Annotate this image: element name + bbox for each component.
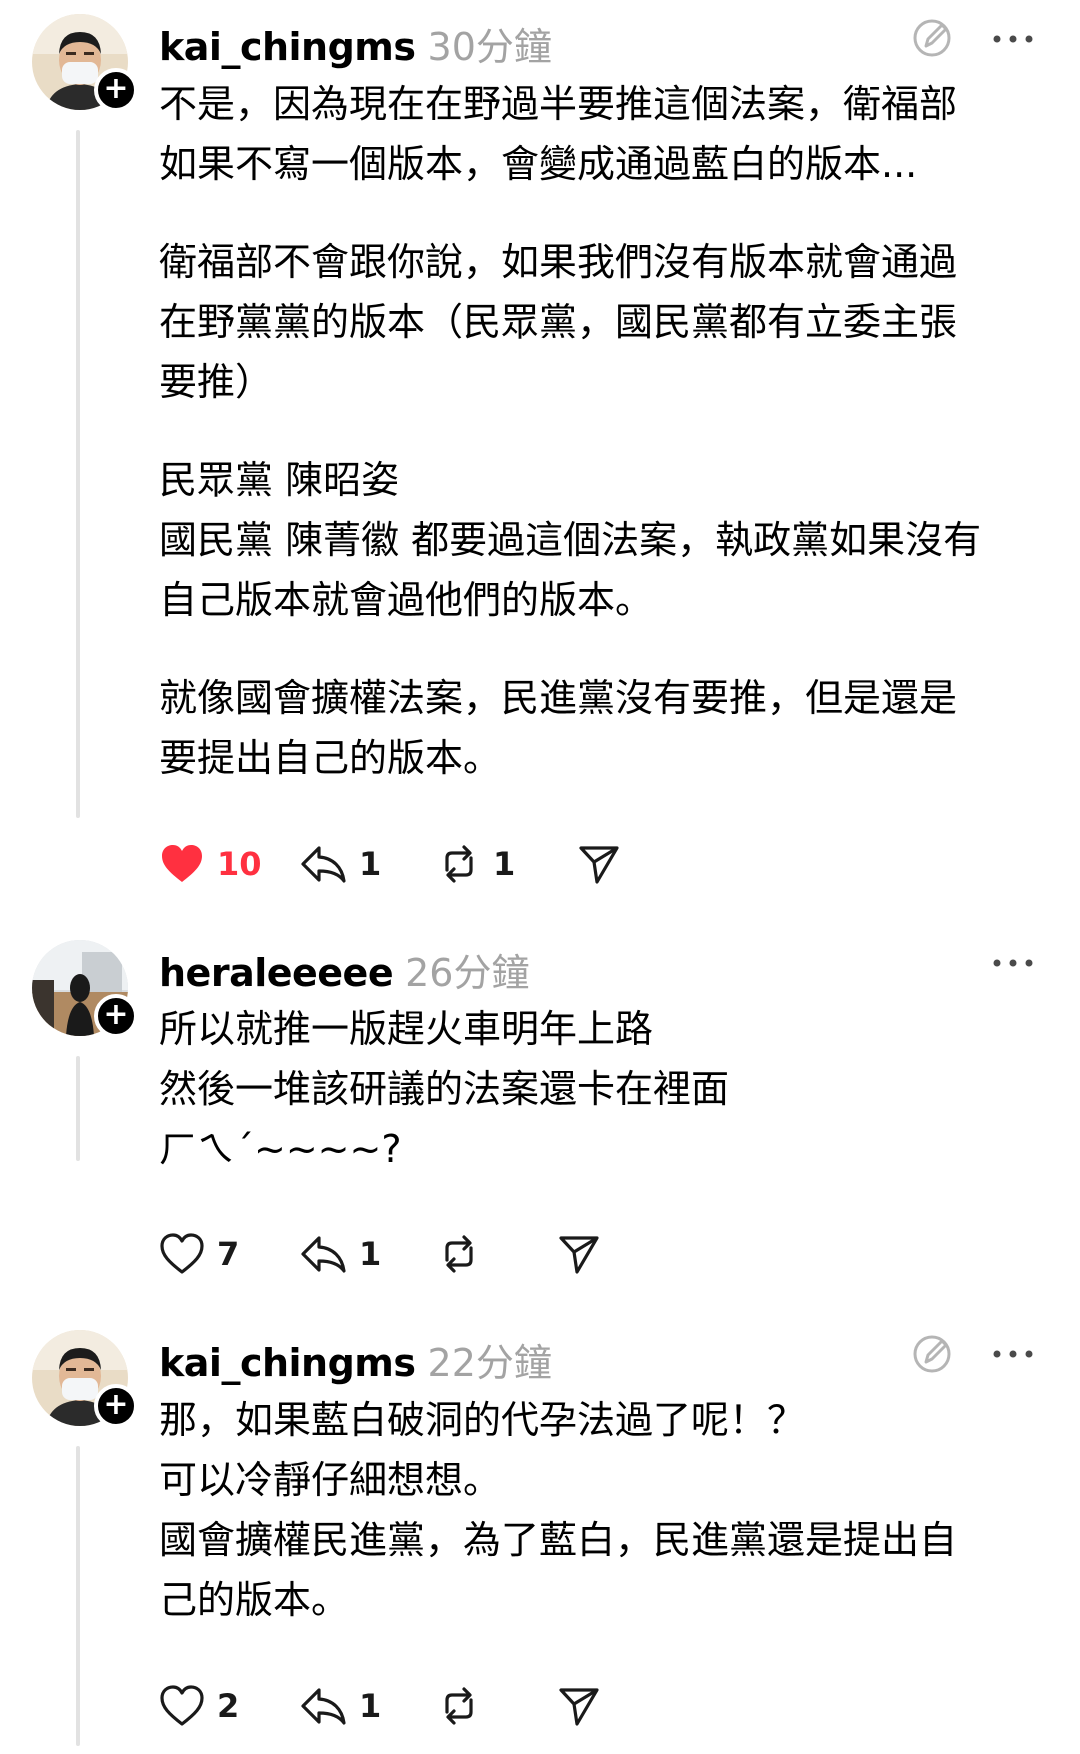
username[interactable]: kai_chingms	[159, 1341, 416, 1385]
like-count: 10	[217, 845, 262, 883]
repost-icon	[445, 845, 473, 883]
share-button[interactable]	[557, 1230, 601, 1278]
text-line: 如果不寫一個版本，會變成通過藍白的版本...	[159, 142, 918, 186]
text-line: 自己版本就會過他們的版本。	[159, 578, 654, 622]
more-icon[interactable]	[990, 31, 1036, 47]
text-line: 可以冷靜仔細想想。	[159, 1458, 502, 1502]
more-icon[interactable]	[990, 1346, 1036, 1362]
reply-button[interactable]: 1	[299, 1682, 381, 1730]
like-button[interactable]: 2	[159, 1682, 239, 1730]
paragraph: 那，如果藍白破洞的代孕法過了呢！？ 可以冷靜仔細想想。 國會擴權民進黨，為了藍白…	[159, 1390, 1059, 1630]
text-line: 國會擴權民進黨，為了藍白，民進黨還是提出自	[159, 1518, 958, 1562]
timestamp: 30分鐘	[427, 25, 552, 69]
paragraph: 就像國會擴權法案，民進黨沒有要推，但是還是 要提出自己的版本。	[159, 668, 1059, 788]
text-line: 民眾黨 陳昭姿	[159, 458, 400, 502]
reply-icon	[301, 1688, 346, 1725]
heart-icon	[162, 845, 202, 882]
text-line: 那，如果藍白破洞的代孕法過了呢！？	[159, 1398, 806, 1442]
thread-line	[76, 1446, 80, 1746]
share-button[interactable]	[577, 840, 621, 888]
post-header: kai_chingms 22分鐘	[159, 1332, 552, 1385]
thread-line	[76, 130, 80, 818]
reply-count: 1	[359, 1687, 382, 1725]
post-header: kai_chingms 30分鐘	[159, 16, 552, 69]
username[interactable]: heraleeeee	[159, 951, 394, 995]
edit-icon[interactable]	[910, 16, 954, 60]
repost-button[interactable]	[437, 1682, 481, 1730]
heart-icon	[160, 1685, 204, 1726]
paragraph: 民眾黨 陳昭姿 國民黨 陳菁徽 都要過這個法案，執政黨如果沒有 自己版本就會過他…	[159, 450, 1059, 630]
share-button[interactable]	[557, 1682, 601, 1730]
follow-plus-icon[interactable]: +	[94, 994, 138, 1038]
text-line: 要提出自己的版本。	[159, 736, 502, 780]
like-count: 7	[217, 1235, 240, 1273]
timestamp: 26分鐘	[405, 951, 530, 995]
paragraph: 不是，因為現在在野過半要推這個法案，衛福部 如果不寫一個版本，會變成通過藍白的版…	[159, 74, 1059, 194]
text-line: 己的版本。	[159, 1578, 350, 1622]
text-line: 不是，因為現在在野過半要推這個法案，衛福部	[159, 82, 958, 126]
text-line: ㄏㄟˊ~~~~?	[159, 1127, 402, 1171]
text-line: 衛福部不會跟你說，如果我們沒有版本就會通過	[159, 240, 958, 284]
post-body: 不是，因為現在在野過半要推這個法案，衛福部 如果不寫一個版本，會變成通過藍白的版…	[159, 74, 1059, 788]
text-line: 就像國會擴權法案，民進黨沒有要推，但是還是	[159, 676, 958, 720]
paragraph: 衛福部不會跟你說，如果我們沒有版本就會通過 在野黨黨的版本（民眾黨，國民黨都有立…	[159, 232, 1059, 412]
repost-count: 1	[493, 845, 516, 883]
text-line: 所以就推一版趕火車明年上路	[159, 1007, 654, 1051]
reply-count: 1	[359, 845, 382, 883]
reply-button[interactable]: 1	[299, 1230, 381, 1278]
repost-icon	[445, 1235, 473, 1273]
reply-button[interactable]: 1	[299, 840, 381, 888]
reply-icon	[301, 1236, 346, 1273]
follow-plus-icon[interactable]: +	[94, 1384, 138, 1428]
reply-icon	[301, 846, 346, 883]
text-line: 要推）	[159, 360, 274, 404]
timestamp: 22分鐘	[427, 1341, 552, 1385]
thread-line	[76, 1056, 80, 1161]
like-button[interactable]: 10	[159, 840, 262, 888]
post-header: heraleeeee 26分鐘	[159, 942, 529, 995]
share-icon	[579, 846, 619, 884]
paragraph: 所以就推一版趕火車明年上路 然後一堆該研議的法案還卡在裡面 ㄏㄟˊ~~~~?	[159, 999, 1059, 1179]
action-bar: 2 1	[159, 1682, 859, 1730]
post-body: 所以就推一版趕火車明年上路 然後一堆該研議的法案還卡在裡面 ㄏㄟˊ~~~~?	[159, 999, 1059, 1179]
text-line: 國民黨 陳菁徽 都要過這個法案，執政黨如果沒有	[159, 518, 982, 562]
post-body: 那，如果藍白破洞的代孕法過了呢！？ 可以冷靜仔細想想。 國會擴權民進黨，為了藍白…	[159, 1390, 1059, 1630]
text-line: 在野黨黨的版本（民眾黨，國民黨都有立委主張	[159, 300, 958, 344]
follow-plus-icon[interactable]: +	[94, 68, 138, 112]
action-bar: 7 1	[159, 1230, 859, 1278]
repost-icon	[445, 1687, 473, 1725]
username[interactable]: kai_chingms	[159, 25, 416, 69]
edit-icon[interactable]	[910, 1332, 954, 1376]
heart-icon	[160, 1233, 204, 1274]
repost-button[interactable]	[437, 1230, 481, 1278]
reply-count: 1	[359, 1235, 382, 1273]
repost-button[interactable]: 1	[437, 840, 515, 888]
action-bar: 10 1 1	[159, 840, 859, 888]
like-button[interactable]: 7	[159, 1230, 239, 1278]
share-icon	[559, 1688, 599, 1726]
text-line: 然後一堆該研議的法案還卡在裡面	[159, 1067, 730, 1111]
like-count: 2	[217, 1687, 240, 1725]
more-icon[interactable]	[990, 955, 1036, 971]
share-icon	[559, 1236, 599, 1274]
